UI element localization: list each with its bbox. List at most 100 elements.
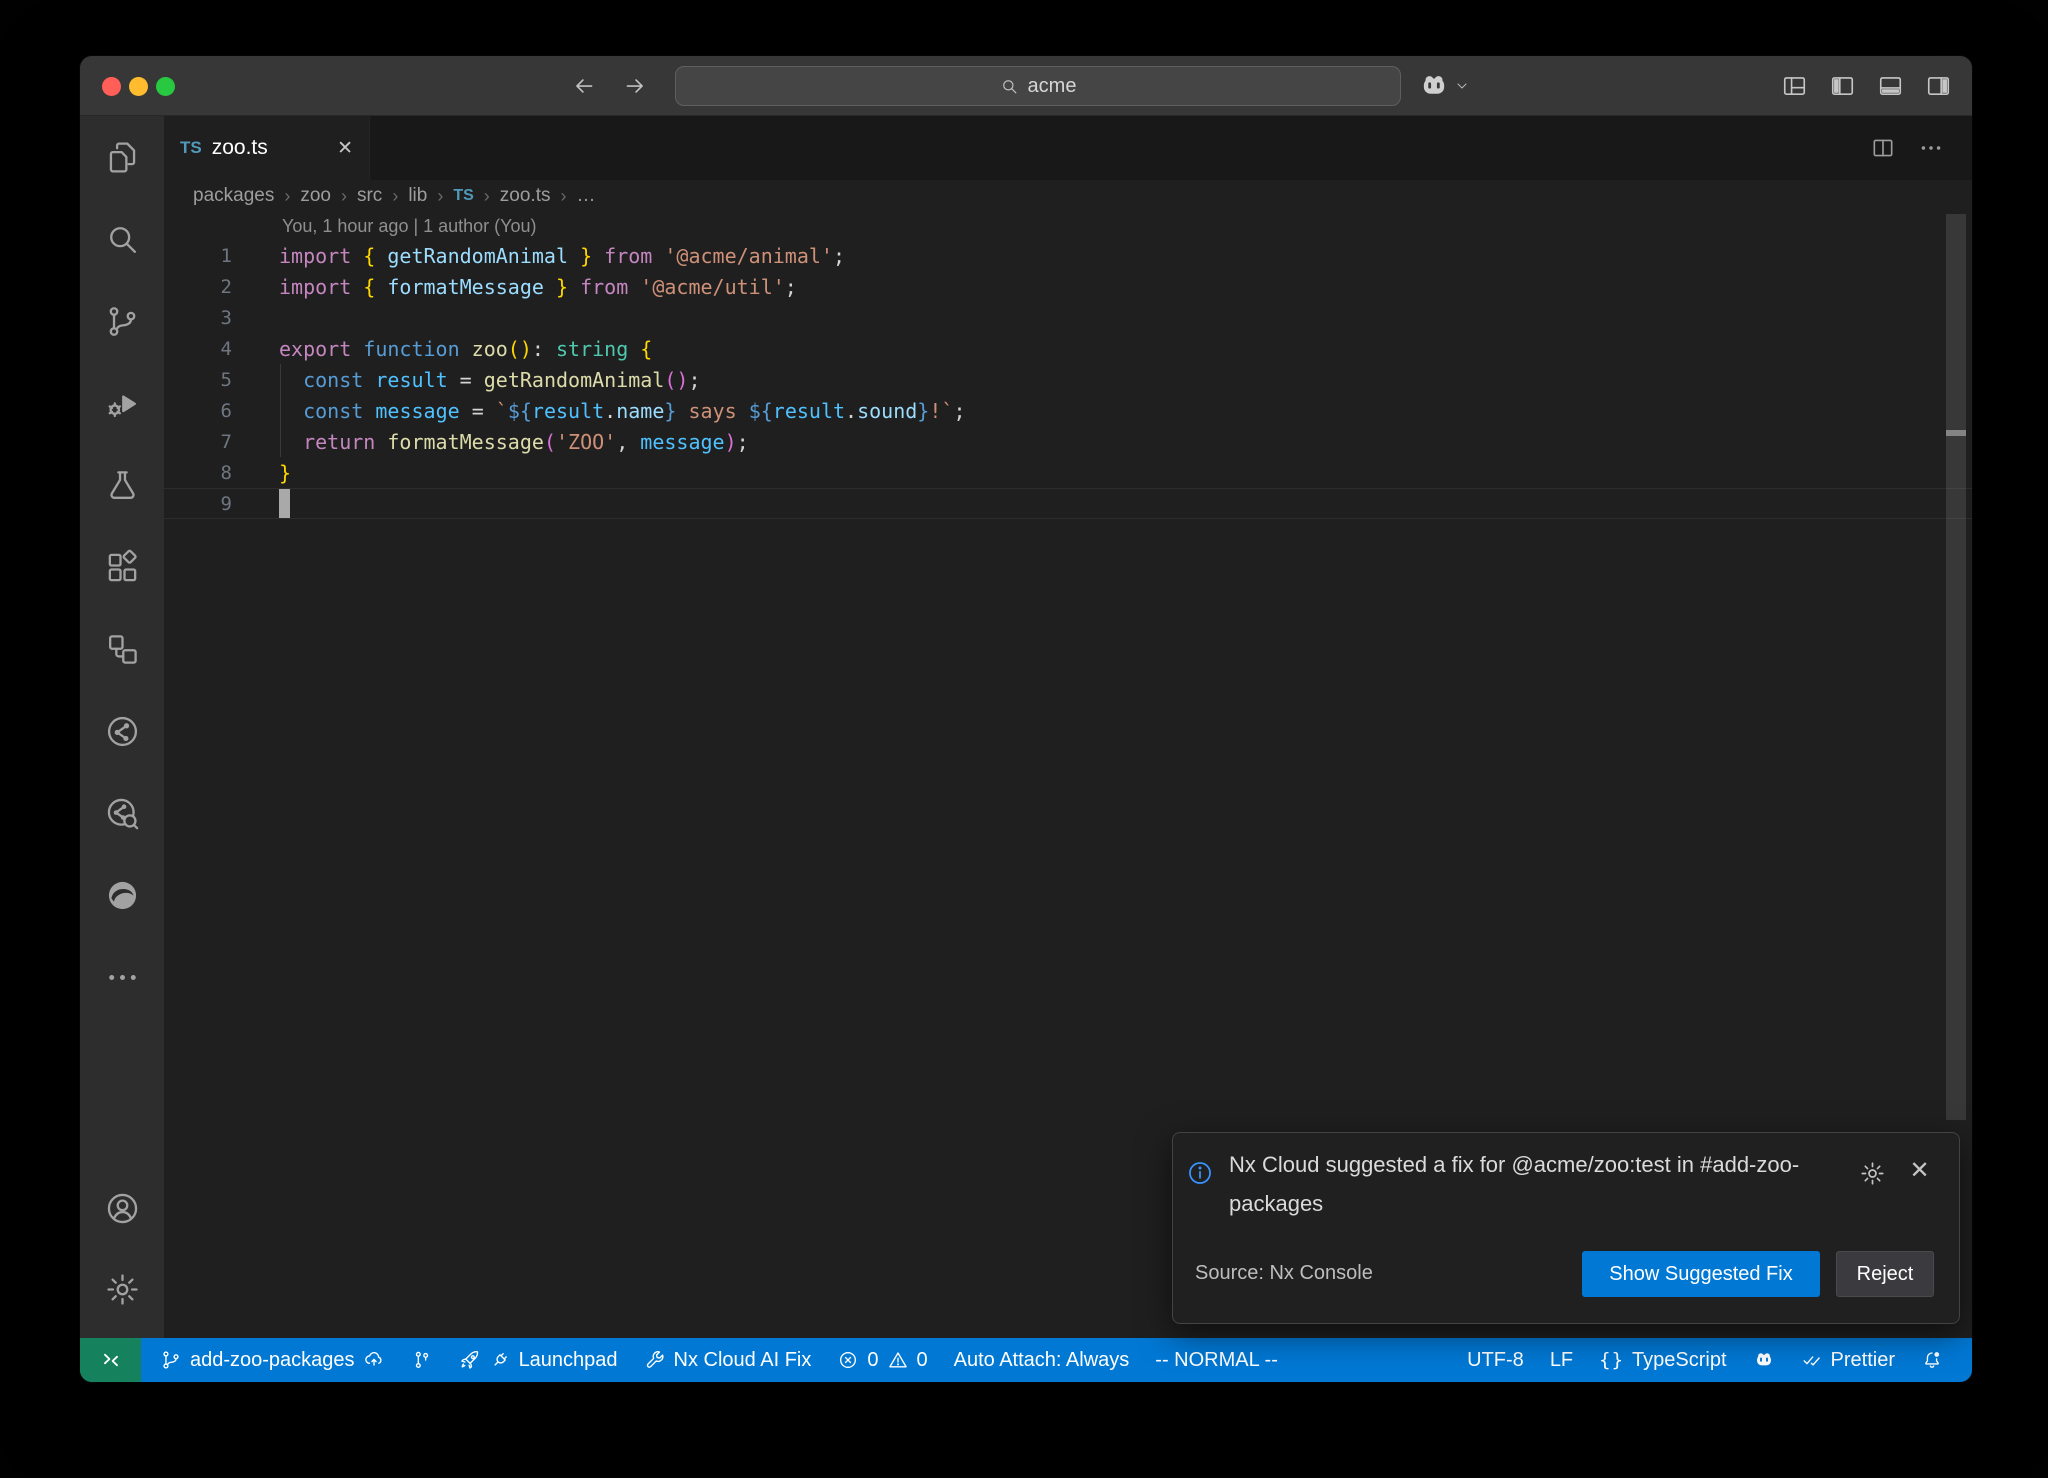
bell-dot-icon [1921, 1349, 1943, 1371]
customize-layout-icon[interactable] [1781, 73, 1808, 99]
nx-cloud-ai-fix-status[interactable]: Nx Cloud AI Fix [631, 1338, 825, 1382]
vim-mode-status[interactable]: -- NORMAL -- [1142, 1338, 1291, 1382]
chevron-right-icon: › [484, 186, 490, 207]
copilot-icon [1418, 70, 1450, 102]
typescript-file-icon[interactable]: TS [453, 187, 473, 205]
code-text: import { formatMessage } from '@acme/uti… [232, 275, 797, 299]
breadcrumb-item[interactable]: lib [408, 185, 427, 207]
files-icon [104, 139, 141, 176]
breadcrumb-item[interactable]: src [357, 185, 382, 207]
activity-settings[interactable] [80, 1249, 164, 1330]
chevron-right-icon: › [392, 186, 398, 207]
notification-toast: Nx Cloud suggested a fix for @acme/zoo:t… [1172, 1132, 1960, 1324]
activity-nx-cloud[interactable] [80, 772, 164, 854]
breadcrumb: packages›zoo›src›lib›TS›zoo.ts›… [164, 180, 1972, 212]
forward-arrow-icon[interactable] [622, 73, 648, 99]
overview-ruler-cursor-marker [1946, 430, 1966, 436]
debug-icon [104, 385, 141, 422]
activity-project-graph[interactable] [80, 690, 164, 772]
activity-bar-spacer [80, 1018, 164, 1168]
notification-close-icon[interactable]: ✕ [1906, 1157, 1933, 1184]
copilot-menu-button[interactable] [1418, 70, 1470, 102]
rocket-icon [459, 1349, 481, 1371]
activity-search[interactable] [80, 198, 164, 280]
git-commit-icon [411, 1349, 433, 1371]
reject-button[interactable]: Reject [1836, 1251, 1934, 1297]
code-line[interactable]: 1import { getRandomAnimal } from '@acme/… [164, 240, 1972, 271]
code-text: import { getRandomAnimal } from '@acme/a… [232, 244, 845, 268]
gear-icon [104, 1271, 141, 1308]
double-check-icon [1801, 1349, 1823, 1371]
chevron-right-icon: › [560, 186, 566, 207]
code-line[interactable]: 6 const message = `${result.name} says $… [164, 395, 1972, 426]
chevron-right-icon: › [284, 186, 290, 207]
breadcrumb-item[interactable]: … [576, 185, 595, 207]
activity-additional-views[interactable] [80, 936, 164, 1018]
plug-icon [489, 1349, 511, 1371]
extensions-icon [104, 549, 141, 586]
remote-indicator[interactable] [80, 1338, 141, 1382]
code-line[interactable]: 4export function zoo(): string { [164, 333, 1972, 364]
activity-run-and-debug[interactable] [80, 362, 164, 444]
traffic-light-minimize[interactable] [129, 77, 148, 96]
code-line[interactable]: 2import { formatMessage } from '@acme/ut… [164, 271, 1972, 302]
traffic-light-close[interactable] [102, 77, 121, 96]
circle-graph-icon [104, 713, 141, 750]
breadcrumb-item[interactable]: zoo.ts [500, 185, 551, 207]
activity-source-control[interactable] [80, 280, 164, 362]
notification-settings-icon[interactable] [1859, 1160, 1886, 1187]
formatter-status[interactable]: Prettier [1788, 1338, 1908, 1382]
code-line[interactable]: 8} [164, 457, 1972, 488]
activity-accounts[interactable] [80, 1168, 164, 1249]
more-actions-icon[interactable] [1918, 135, 1944, 161]
breadcrumb-item[interactable]: zoo [300, 185, 331, 207]
toggle-sidebar-icon[interactable] [1829, 73, 1856, 99]
launchpad-status[interactable]: Launchpad [446, 1338, 631, 1382]
code-line[interactable]: 7 return formatMessage('ZOO', message); [164, 426, 1972, 457]
error-icon [837, 1349, 859, 1371]
encoding-status[interactable]: UTF-8 [1454, 1338, 1537, 1382]
show-suggested-fix-button[interactable]: Show Suggested Fix [1582, 1251, 1820, 1297]
status-label: UTF-8 [1467, 1349, 1524, 1372]
back-arrow-icon[interactable] [571, 73, 597, 99]
toggle-panel-icon[interactable] [1877, 73, 1904, 99]
code-line[interactable]: 3 [164, 302, 1972, 333]
status-label: 0 [867, 1349, 878, 1372]
code-text: const message = `${result.name} says ${r… [232, 399, 965, 423]
activity-testing[interactable] [80, 444, 164, 526]
code-text: const result = getRandomAnimal(); [232, 368, 701, 392]
circle-graph-search-icon [104, 795, 141, 832]
language-status[interactable]: {}TypeScript [1586, 1338, 1739, 1382]
code-text: } [232, 461, 291, 485]
activity-explorer[interactable] [80, 116, 164, 198]
tab-close-icon[interactable]: ✕ [337, 139, 353, 158]
problems-status[interactable]: 00 [824, 1338, 940, 1382]
chevron-right-icon: › [437, 186, 443, 207]
remote-icon [99, 1348, 123, 1372]
cloud-upload-icon [363, 1349, 385, 1371]
breadcrumb-item[interactable]: packages [193, 185, 274, 207]
indent-guide [280, 364, 281, 457]
source-control-graph-status[interactable] [398, 1338, 446, 1382]
activity-nx-console[interactable] [80, 608, 164, 690]
code-line[interactable]: 5 const result = getRandomAnimal(); [164, 364, 1972, 395]
git-branch-status[interactable]: add-zoo-packages [147, 1338, 398, 1382]
auto-attach-status[interactable]: Auto Attach: Always [941, 1338, 1143, 1382]
info-icon [1186, 1159, 1214, 1187]
split-editor-icon[interactable] [1870, 135, 1896, 161]
editor-scrollbar[interactable] [1946, 214, 1966, 1120]
chevron-down-icon [1454, 78, 1470, 94]
copilot-status-icon [1753, 1349, 1775, 1371]
notifications-status[interactable] [1908, 1338, 1956, 1382]
tab-zoo-ts[interactable]: TS zoo.ts ✕ [164, 116, 370, 180]
activity-edge-tools[interactable] [80, 854, 164, 936]
command-center-search[interactable]: acme [675, 66, 1401, 106]
eol-status[interactable]: LF [1537, 1338, 1586, 1382]
code-text: return formatMessage('ZOO', message); [232, 430, 749, 454]
status-label: TypeScript [1632, 1349, 1726, 1372]
traffic-light-zoom[interactable] [156, 77, 175, 96]
warning-icon [887, 1349, 909, 1371]
activity-extensions[interactable] [80, 526, 164, 608]
toggle-secondary-sidebar-icon[interactable] [1925, 73, 1952, 99]
copilot-status[interactable] [1740, 1338, 1788, 1382]
